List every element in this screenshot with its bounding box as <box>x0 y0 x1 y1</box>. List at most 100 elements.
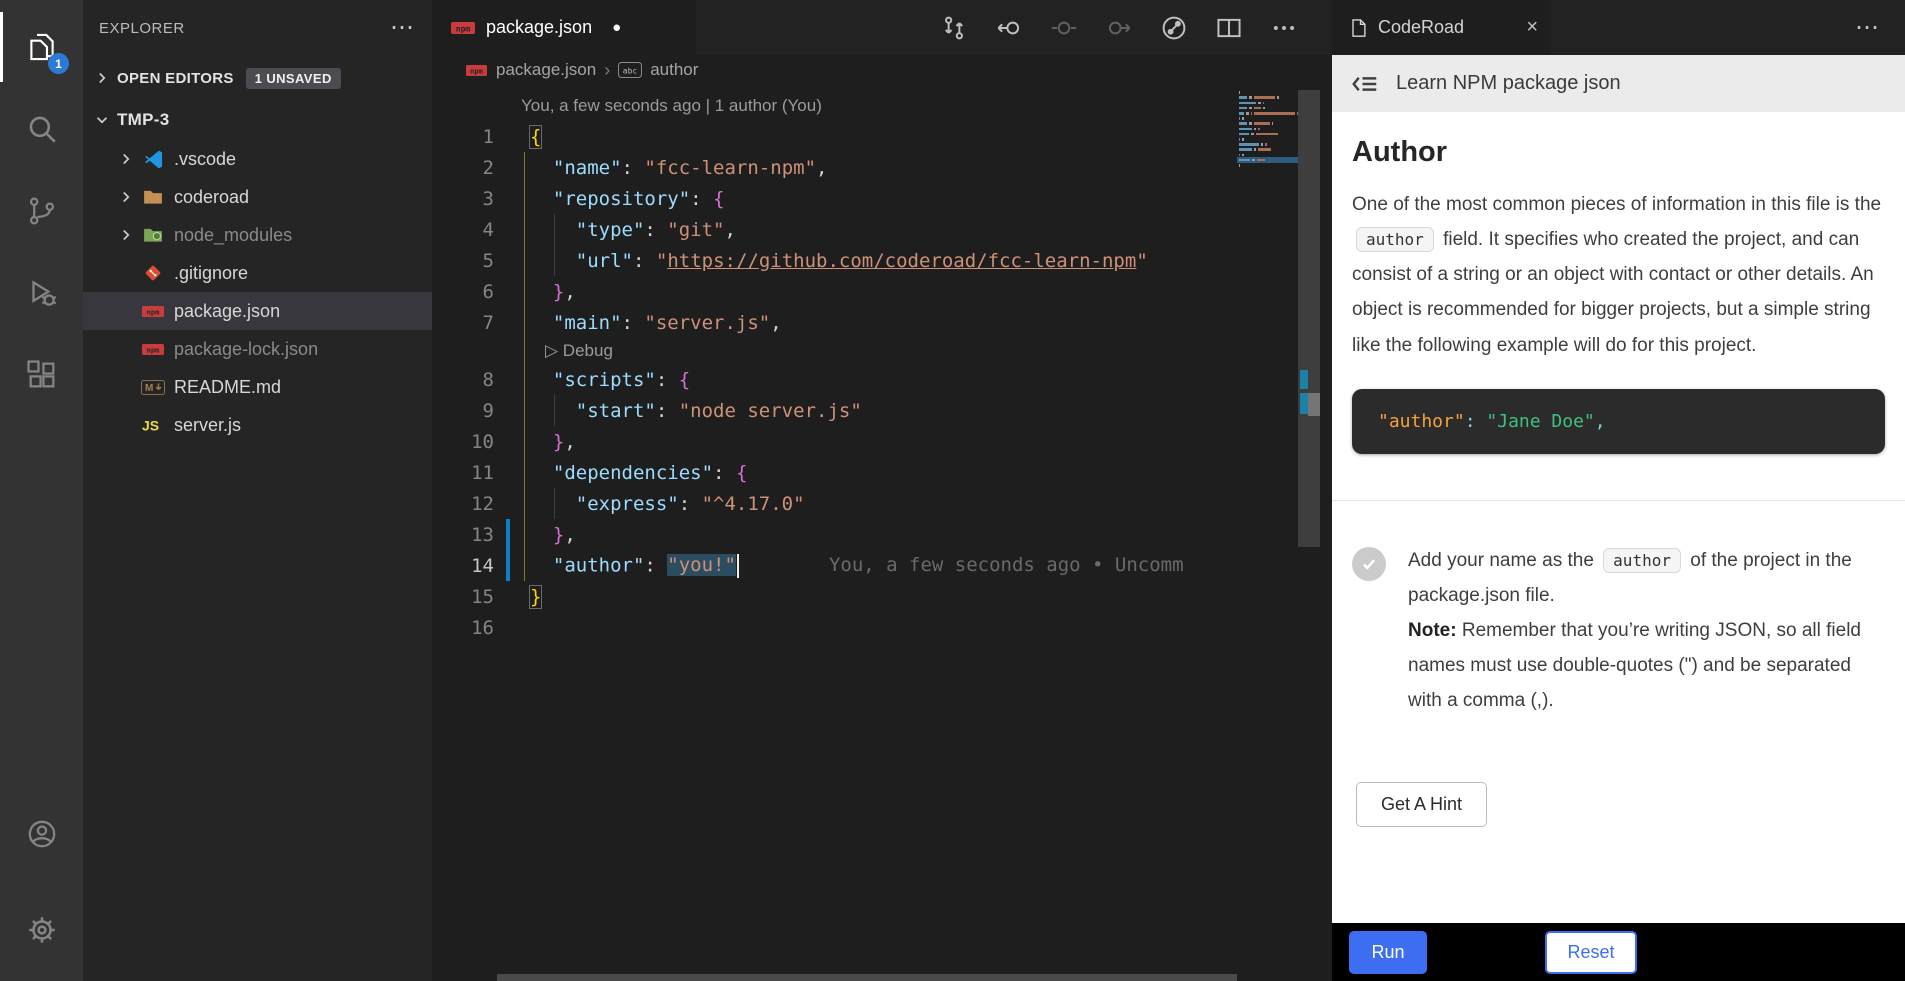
tree-item--gitignore[interactable]: .gitignore <box>83 254 432 292</box>
navigate-forward-icon[interactable] <box>1099 8 1139 48</box>
line-number: 10 <box>432 431 494 453</box>
svg-text:M: M <box>145 383 153 394</box>
code-line-11[interactable]: 11 "dependencies": { <box>432 457 1237 488</box>
tutorial-header: Learn NPM package json <box>1332 55 1905 112</box>
settings-button[interactable] <box>0 889 83 971</box>
inline-code-author: author <box>1356 227 1434 252</box>
code-line-10[interactable]: 10 }, <box>432 426 1237 457</box>
npm-icon: npm <box>141 343 165 356</box>
code-line-6[interactable]: 6 }, <box>432 276 1237 307</box>
gutter <box>506 426 510 457</box>
line-content: "type": "git", <box>530 219 736 241</box>
task-text: Add your name as the author of the proje… <box>1408 543 1885 719</box>
previous-change-icon[interactable] <box>989 8 1029 48</box>
chevron-right-icon <box>93 69 111 87</box>
gutter <box>506 395 510 426</box>
unsaved-dot-icon[interactable]: ● <box>612 19 621 36</box>
tree-item-server-js[interactable]: JS server.js <box>83 406 432 444</box>
code-editor[interactable]: You, a few seconds ago | 1 author (You)1… <box>432 85 1332 981</box>
tree-item--vscode[interactable]: .vscode <box>83 140 432 178</box>
codelens-authors[interactable]: You, a few seconds ago | 1 author (You) <box>432 91 1237 121</box>
gutter <box>506 457 510 488</box>
extensions-activity-button[interactable] <box>0 334 83 416</box>
line-number: 2 <box>432 157 494 179</box>
line-number: 9 <box>432 400 494 422</box>
minimap[interactable] <box>1237 85 1298 981</box>
compare-changes-icon[interactable] <box>934 8 974 48</box>
tree-item-node-modules[interactable]: node_modules <box>83 216 432 254</box>
accounts-button[interactable] <box>0 793 83 875</box>
coderoad-panel: CodeRoad × ⋯ Learn NPM package json Auth… <box>1332 0 1905 981</box>
search-icon <box>25 112 59 146</box>
code-line-12[interactable]: 12 "express": "^4.17.0" <box>432 488 1237 519</box>
open-editors-section[interactable]: OPEN EDITORS 1 UNSAVED <box>83 56 432 100</box>
get-a-hint-button[interactable]: Get A Hint <box>1356 782 1487 827</box>
code-line-2[interactable]: 2 "name": "fcc-learn-npm", <box>432 152 1237 183</box>
tree-item-readme-md[interactable]: MREADME.md <box>83 368 432 406</box>
node-modules-folder-icon <box>143 227 163 243</box>
file-label: package.json <box>174 301 280 322</box>
file-label: server.js <box>174 415 241 436</box>
folder-icon <box>143 189 163 205</box>
markdown-icon: M <box>141 380 165 395</box>
tree-item-package-lock-json[interactable]: npmpackage-lock.json <box>83 330 432 368</box>
panel-more-actions-icon[interactable]: ⋯ <box>1550 23 1905 33</box>
more-actions-icon[interactable] <box>1264 8 1304 48</box>
code-line-15[interactable]: 15} <box>432 581 1237 612</box>
code-line-14[interactable]: 14 "author": "you!"You, a few seconds ag… <box>432 550 1237 581</box>
run-and-debug-activity-button[interactable] <box>0 252 83 334</box>
minimap-line <box>1237 168 1298 173</box>
run-coderoad-icon[interactable] <box>1154 8 1194 48</box>
menu-back-icon[interactable] <box>1350 72 1380 96</box>
reset-button[interactable]: Reset <box>1545 931 1637 974</box>
cursor-decoration <box>1308 393 1320 416</box>
line-number: 4 <box>432 219 494 241</box>
code-line-7[interactable]: 7 "main": "server.js", <box>432 307 1237 338</box>
panel-tab-bar: CodeRoad × ⋯ <box>1332 0 1905 55</box>
line-number: 5 <box>432 250 494 272</box>
horizontal-scrollbar[interactable] <box>497 974 1237 981</box>
split-editor-icon[interactable] <box>1209 8 1249 48</box>
extensions-icon <box>25 358 59 392</box>
scrollbar-slider[interactable] <box>1298 90 1320 547</box>
tab-package-json[interactable]: npm package.json ● <box>432 0 696 55</box>
tab-label: package.json <box>486 17 592 38</box>
file-label: node_modules <box>174 225 292 246</box>
code-line-3[interactable]: 3 "repository": { <box>432 183 1237 214</box>
breadcrumb-file[interactable]: package.json <box>496 60 596 80</box>
run-button[interactable]: Run <box>1349 931 1427 974</box>
close-icon[interactable]: × <box>1526 16 1538 39</box>
explorer-more-actions-icon[interactable]: ⋯ <box>390 23 414 33</box>
code-line-8[interactable]: 8 "scripts": { <box>432 364 1237 395</box>
line-content: "repository": { <box>530 188 725 210</box>
breadcrumb-symbol[interactable]: author <box>650 60 698 80</box>
search-activity-button[interactable] <box>0 88 83 170</box>
chevron-right-icon <box>117 150 135 168</box>
vscode-icon <box>144 150 163 169</box>
next-change-icon[interactable] <box>1044 8 1084 48</box>
line-content: "main": "server.js", <box>530 312 782 334</box>
line-content: } <box>530 586 541 608</box>
js-icon: JS <box>141 417 165 433</box>
gutter <box>506 364 510 395</box>
modified-gutter-indicator <box>506 519 510 550</box>
tree-item-coderoad[interactable]: coderoad <box>83 178 432 216</box>
code-line-9[interactable]: 9 "start": "node server.js" <box>432 395 1237 426</box>
code-line-5[interactable]: 5 "url": "https://github.com/coderoad/fc… <box>432 245 1237 276</box>
code-line-4[interactable]: 4 "type": "git", <box>432 214 1237 245</box>
code-line-1[interactable]: 1{ <box>432 121 1237 152</box>
codelens-debug[interactable]: ▷ Debug <box>432 338 1237 364</box>
code-line-13[interactable]: 13 }, <box>432 519 1237 550</box>
workspace-root-folder[interactable]: TMP-3 <box>83 100 432 140</box>
tutorial-content: Author One of the most common pieces of … <box>1332 112 1905 923</box>
explorer-activity-button[interactable]: 1 <box>0 6 83 88</box>
code-line-16[interactable]: 16 <box>432 612 1237 643</box>
source-control-activity-button[interactable] <box>0 170 83 252</box>
tree-item-package-json[interactable]: npmpackage.json <box>83 292 432 330</box>
breadcrumb-separator: › <box>604 60 610 81</box>
tab-coderoad[interactable]: CodeRoad × <box>1332 0 1550 55</box>
gutter <box>506 581 510 612</box>
npm-icon: npm <box>450 20 476 36</box>
gutter <box>506 612 510 643</box>
svg-text:npm: npm <box>147 346 160 354</box>
